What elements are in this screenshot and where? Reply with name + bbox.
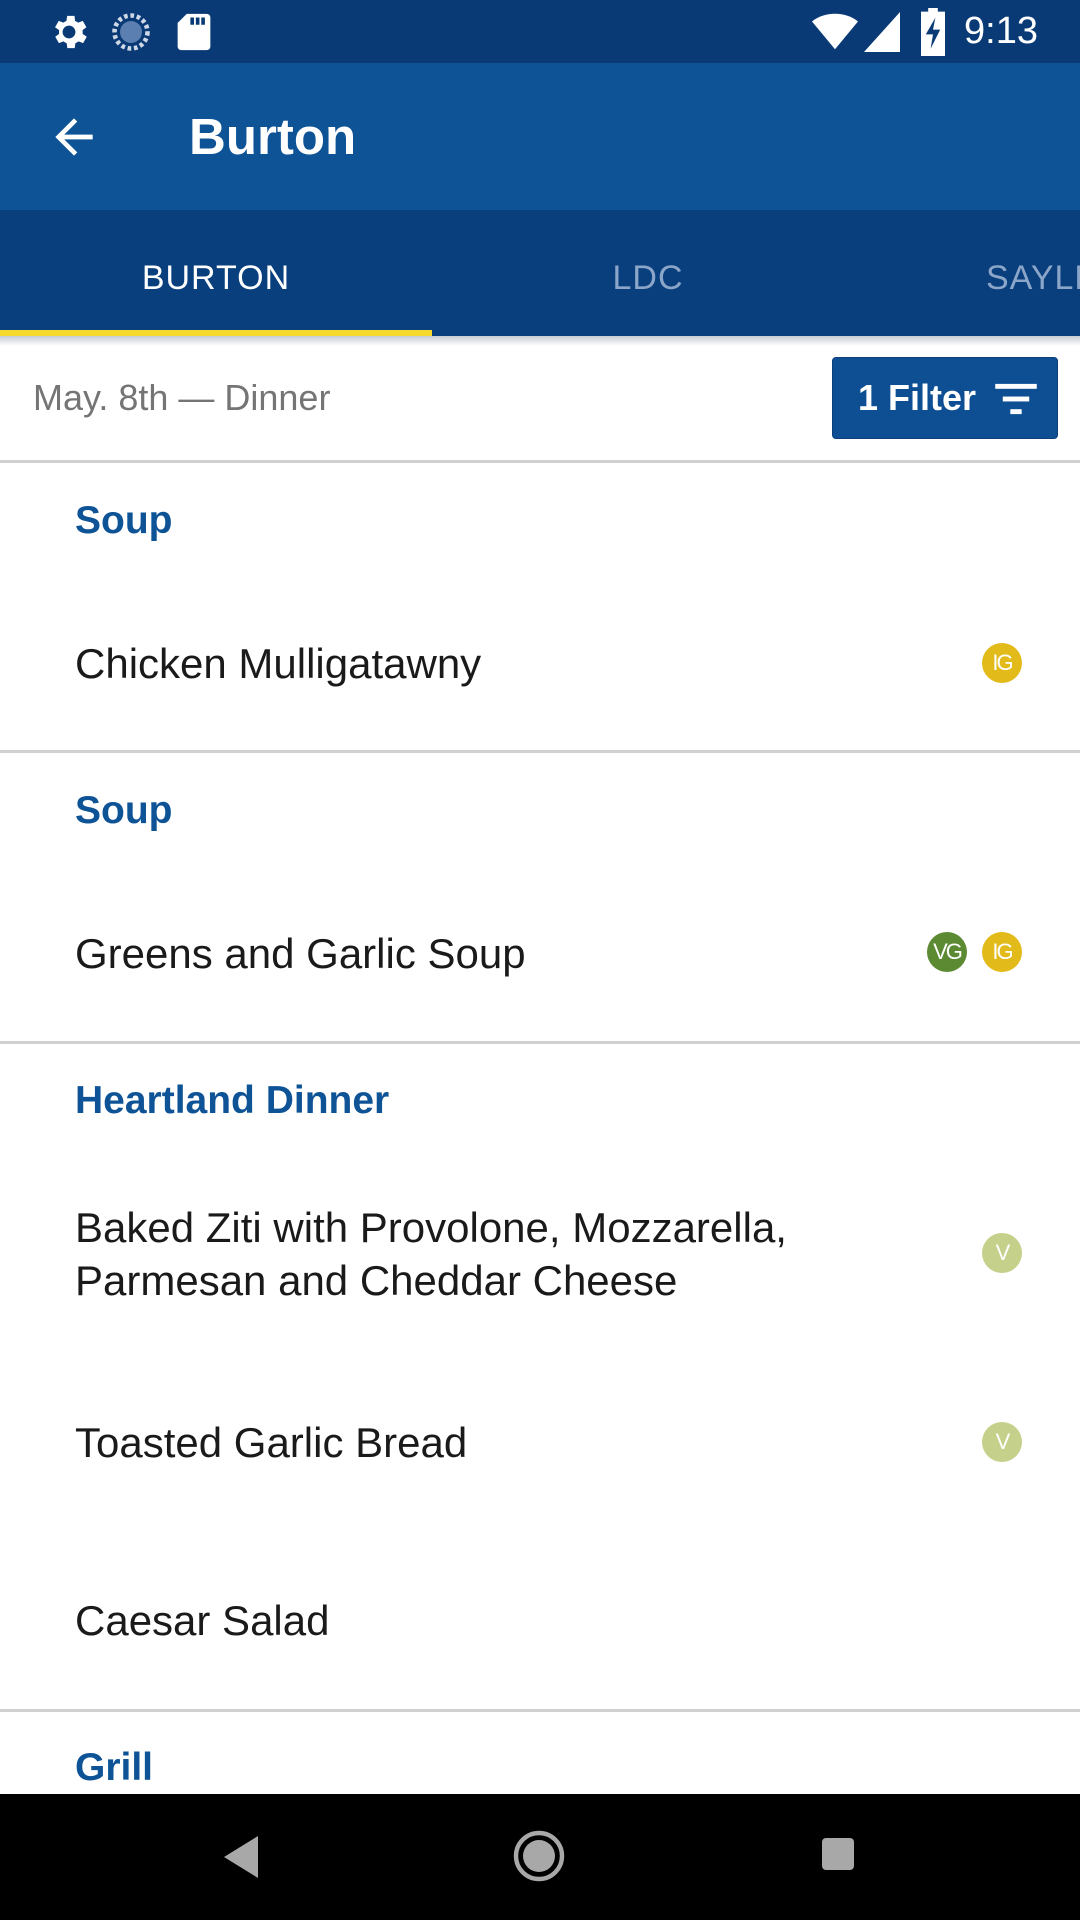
settings-icon <box>55 15 87 49</box>
recents-square-icon[interactable] <box>820 1836 856 1872</box>
station-title: Heartland Dinner <box>75 1079 390 1122</box>
ig-badge-icon: IG <box>982 643 1022 683</box>
menu-item[interactable]: Chicken Mulligatawny <box>75 637 885 690</box>
back-triangle-icon[interactable] <box>222 1834 262 1880</box>
clock: 9:13 <box>964 10 1038 52</box>
divider <box>0 1041 1080 1044</box>
divider <box>0 750 1080 753</box>
filter-icon <box>995 383 1037 415</box>
sync-icon <box>112 13 150 51</box>
station-title: Soup <box>75 789 173 832</box>
tab-ldc[interactable]: LDC <box>432 210 864 336</box>
tab-sayles[interactable]: SAYLES <box>864 210 1080 336</box>
arrow-back-icon[interactable] <box>46 109 102 165</box>
divider <box>0 1709 1080 1712</box>
vg-badge-icon: VG <box>927 932 967 972</box>
menu-item[interactable]: Greens and Garlic Soup <box>75 927 885 980</box>
meal-date: May. 8th — Dinner <box>33 377 331 418</box>
date-bar: May. 8th — Dinner 1 Filter <box>0 336 1080 462</box>
filter-button[interactable]: 1 Filter <box>832 357 1058 439</box>
ig-badge-icon: IG <box>982 932 1022 972</box>
station-title: Grill <box>75 1746 154 1789</box>
dining-hall-tabs: BURTON LDC SAYLES <box>0 210 1080 336</box>
system-nav-bar <box>0 1794 1080 1920</box>
app-bar: Burton <box>0 63 1080 210</box>
page-title: Burton <box>189 108 357 165</box>
divider <box>0 460 1080 463</box>
signal-icon <box>864 12 900 52</box>
menu-item[interactable]: Toasted Garlic Bread <box>75 1416 885 1469</box>
battery-charging-icon <box>921 8 945 56</box>
filter-button-label: 1 Filter <box>858 377 977 418</box>
sd-card-icon <box>177 13 211 51</box>
menu-item[interactable]: Caesar Salad <box>75 1594 885 1647</box>
menu-item[interactable]: Baked Ziti with Provolone, Mozzarella, P… <box>75 1201 885 1307</box>
wifi-icon <box>812 13 858 50</box>
tab-burton[interactable]: BURTON <box>0 210 432 336</box>
station-title: Soup <box>75 499 173 542</box>
status-bar: 9:13 <box>0 0 1080 63</box>
home-circle-icon[interactable] <box>513 1830 565 1882</box>
v-badge-icon: V <box>982 1233 1022 1273</box>
v-badge-icon: V <box>982 1422 1022 1462</box>
